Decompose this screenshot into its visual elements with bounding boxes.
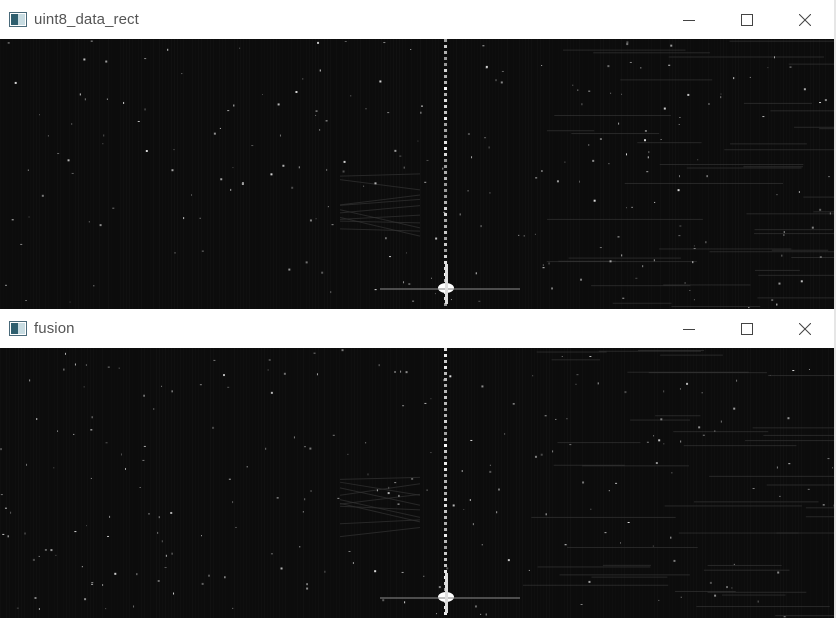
image-window-fusion: fusion <box>0 309 836 618</box>
app-window-icon <box>9 321 27 336</box>
image-canvas[interactable] <box>0 39 834 309</box>
app-window-icon <box>9 12 27 27</box>
minimize-icon <box>683 19 695 21</box>
maximize-button[interactable] <box>718 309 776 348</box>
window-controls <box>660 309 834 348</box>
maximize-icon <box>741 13 753 26</box>
maximize-button[interactable] <box>718 0 776 39</box>
close-icon <box>799 322 811 335</box>
window-title: uint8_data_rect <box>34 11 139 28</box>
minimize-button[interactable] <box>660 309 718 348</box>
close-button[interactable] <box>776 309 834 348</box>
maximize-icon <box>741 322 753 335</box>
minimize-button[interactable] <box>660 0 718 39</box>
window-title: fusion <box>34 320 75 337</box>
image-window-uint8-data-rect: uint8_data_rect <box>0 0 836 309</box>
minimize-icon <box>683 328 695 330</box>
image-canvas[interactable] <box>0 348 834 618</box>
window-titlebar[interactable]: fusion <box>0 309 834 348</box>
close-button[interactable] <box>776 0 834 39</box>
close-icon <box>799 13 811 26</box>
window-controls <box>660 0 834 39</box>
window-titlebar[interactable]: uint8_data_rect <box>0 0 834 39</box>
